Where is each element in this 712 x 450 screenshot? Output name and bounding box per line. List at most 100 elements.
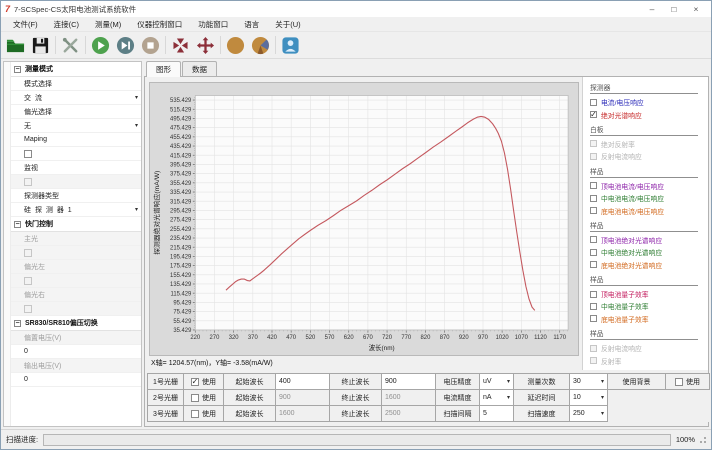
y-tick-label: 75.429 — [173, 309, 192, 316]
pg-checkbox[interactable] — [11, 147, 141, 161]
open-folder-icon[interactable] — [4, 34, 27, 57]
chevron-down-icon[interactable]: ▾ — [135, 122, 138, 129]
x-tick-label: 370 — [248, 334, 258, 341]
use-cell[interactable]: 使用 — [184, 406, 224, 422]
checkbox[interactable] — [590, 236, 597, 243]
tab-data[interactable]: 数据 — [182, 61, 217, 77]
pg-select[interactable]: 无▾ — [11, 119, 141, 133]
checkbox[interactable] — [590, 195, 597, 202]
param2-input[interactable]: 30▾ — [570, 374, 608, 390]
checkbox[interactable] — [191, 410, 199, 418]
param1-input[interactable]: uV▾ — [480, 374, 514, 390]
save-icon[interactable] — [29, 34, 52, 57]
grating-name: 1号光栅 — [148, 374, 184, 390]
curve-option-label: 顶电池量子效率 — [601, 289, 649, 299]
end-wavelength-input: 2500 — [382, 406, 436, 422]
measure-circle-icon[interactable] — [224, 34, 247, 57]
menu-item[interactable]: 关于(U) — [267, 19, 308, 30]
checkbox[interactable] — [191, 378, 199, 386]
curve-option[interactable]: 绝对光谱响应 — [590, 108, 706, 120]
menu-item[interactable]: 功能窗口 — [190, 19, 236, 30]
checkbox[interactable] — [24, 150, 32, 158]
pg-label: 偏光右 — [11, 288, 141, 302]
menu-item[interactable]: 语言 — [236, 19, 267, 30]
pg-checkbox[interactable] — [11, 274, 141, 288]
collapse-icon[interactable]: − — [14, 320, 21, 327]
param1-input[interactable]: 5 — [480, 406, 514, 422]
chevron-down-icon[interactable]: ▾ — [601, 394, 604, 401]
curve-option[interactable]: 底电池绝对光谱响应 — [590, 259, 706, 271]
collapse-icon[interactable]: − — [14, 66, 21, 73]
pg-checkbox[interactable] — [11, 246, 141, 260]
start-icon[interactable] — [89, 34, 112, 57]
minimize-button[interactable]: – — [641, 1, 663, 17]
checkbox[interactable] — [590, 111, 597, 118]
param2-input[interactable]: 10▾ — [570, 390, 608, 406]
curve-option[interactable]: 顶电池电流/电压响应 — [590, 180, 706, 192]
pg-select[interactable]: 交 流▾ — [11, 91, 141, 105]
use-cell[interactable]: 使用 — [184, 390, 224, 406]
curve-option[interactable]: 底电池量子效率 — [590, 313, 706, 325]
curve-option[interactable]: 顶电池量子效率 — [590, 288, 706, 300]
collapse-icon[interactable]: − — [14, 221, 21, 228]
curve-option[interactable]: 中电池电流/电压响应 — [590, 192, 706, 204]
checkbox[interactable] — [590, 99, 597, 106]
tab-graph[interactable]: 图形 — [146, 61, 181, 77]
grating-name: 2号光栅 — [148, 390, 184, 406]
stop-icon[interactable] — [139, 34, 162, 57]
maximize-button[interactable]: □ — [663, 1, 685, 17]
menu-item[interactable]: 测量(M) — [87, 19, 129, 30]
chevron-down-icon[interactable]: ▾ — [507, 394, 510, 401]
curve-select-panel: 探测器电流/电压响应绝对光谱响应白板绝对反射率反射电流响应样品顶电池电流/电压响… — [582, 77, 708, 370]
step-icon[interactable] — [114, 34, 137, 57]
pie-chart-icon[interactable] — [249, 34, 272, 57]
end-wavelength-input[interactable]: 900 — [382, 374, 436, 390]
param1-value: nA — [483, 394, 492, 401]
checkbox[interactable] — [590, 303, 597, 310]
text-input[interactable]: 0 — [11, 345, 141, 359]
tools-icon[interactable] — [59, 34, 82, 57]
resize-grip[interactable] — [700, 437, 706, 443]
pg-checkbox[interactable] — [11, 302, 141, 316]
param2-input[interactable]: 250▾ — [570, 406, 608, 422]
menu-item[interactable]: 仪器控制窗口 — [129, 19, 190, 30]
param1-input[interactable]: nA ▾ — [480, 390, 514, 406]
curve-option[interactable]: 电流/电压响应 — [590, 96, 706, 108]
checkbox[interactable] — [675, 378, 683, 386]
chevron-down-icon[interactable]: ▾ — [135, 94, 138, 101]
close-button[interactable]: × — [685, 1, 707, 17]
pg-select[interactable]: 硅 探 测 器 1▾ — [11, 203, 141, 217]
property-grid: −测量模式模式选择交 流▾偏光选择无▾Maping监视探测器类型硅 探 测 器 … — [11, 62, 141, 426]
section-header[interactable]: −快门控制 — [11, 217, 141, 232]
checkbox[interactable] — [590, 291, 597, 298]
checkbox[interactable] — [590, 261, 597, 268]
start-wavelength-input[interactable]: 400 — [276, 374, 330, 390]
checkbox[interactable] — [191, 394, 199, 402]
chevron-down-icon[interactable]: ▾ — [601, 378, 604, 385]
section-header[interactable]: −测量模式 — [11, 62, 141, 77]
start-wavelength-input: 900 — [276, 390, 330, 406]
checkbox[interactable] — [590, 182, 597, 189]
chevron-down-icon[interactable]: ▾ — [135, 206, 138, 213]
menu-item[interactable]: 文件(F) — [5, 19, 46, 30]
curve-option[interactable]: 底电池电流/电压响应 — [590, 204, 706, 216]
curve-option[interactable]: 中电池量子效率 — [590, 300, 706, 312]
param2-label: 延迟时间 — [514, 390, 570, 406]
menu-item[interactable]: 连接(C) — [46, 19, 87, 30]
chart-canvas[interactable]: 535.429515.429495.429475.429455.429435.4… — [152, 85, 576, 353]
curve-option[interactable]: 顶电池绝对光谱响应 — [590, 234, 706, 246]
arrows-in-icon[interactable] — [169, 34, 192, 57]
arrows-out-icon[interactable] — [194, 34, 217, 57]
pg-checkbox[interactable] — [11, 175, 141, 189]
user-icon[interactable] — [279, 34, 302, 57]
section-header[interactable]: −SR830/SR810偏压切换 — [11, 316, 141, 331]
checkbox[interactable] — [590, 207, 597, 214]
chevron-down-icon[interactable]: ▾ — [507, 378, 510, 385]
chevron-down-icon[interactable]: ▾ — [601, 410, 604, 417]
checkbox[interactable] — [590, 249, 597, 256]
background-use-cell[interactable]: 使用 — [666, 374, 710, 390]
use-cell[interactable]: 使用 — [184, 374, 224, 390]
checkbox[interactable] — [590, 315, 597, 322]
text-input[interactable]: 0 — [11, 373, 141, 387]
curve-option[interactable]: 中电池绝对光谱响应 — [590, 246, 706, 258]
